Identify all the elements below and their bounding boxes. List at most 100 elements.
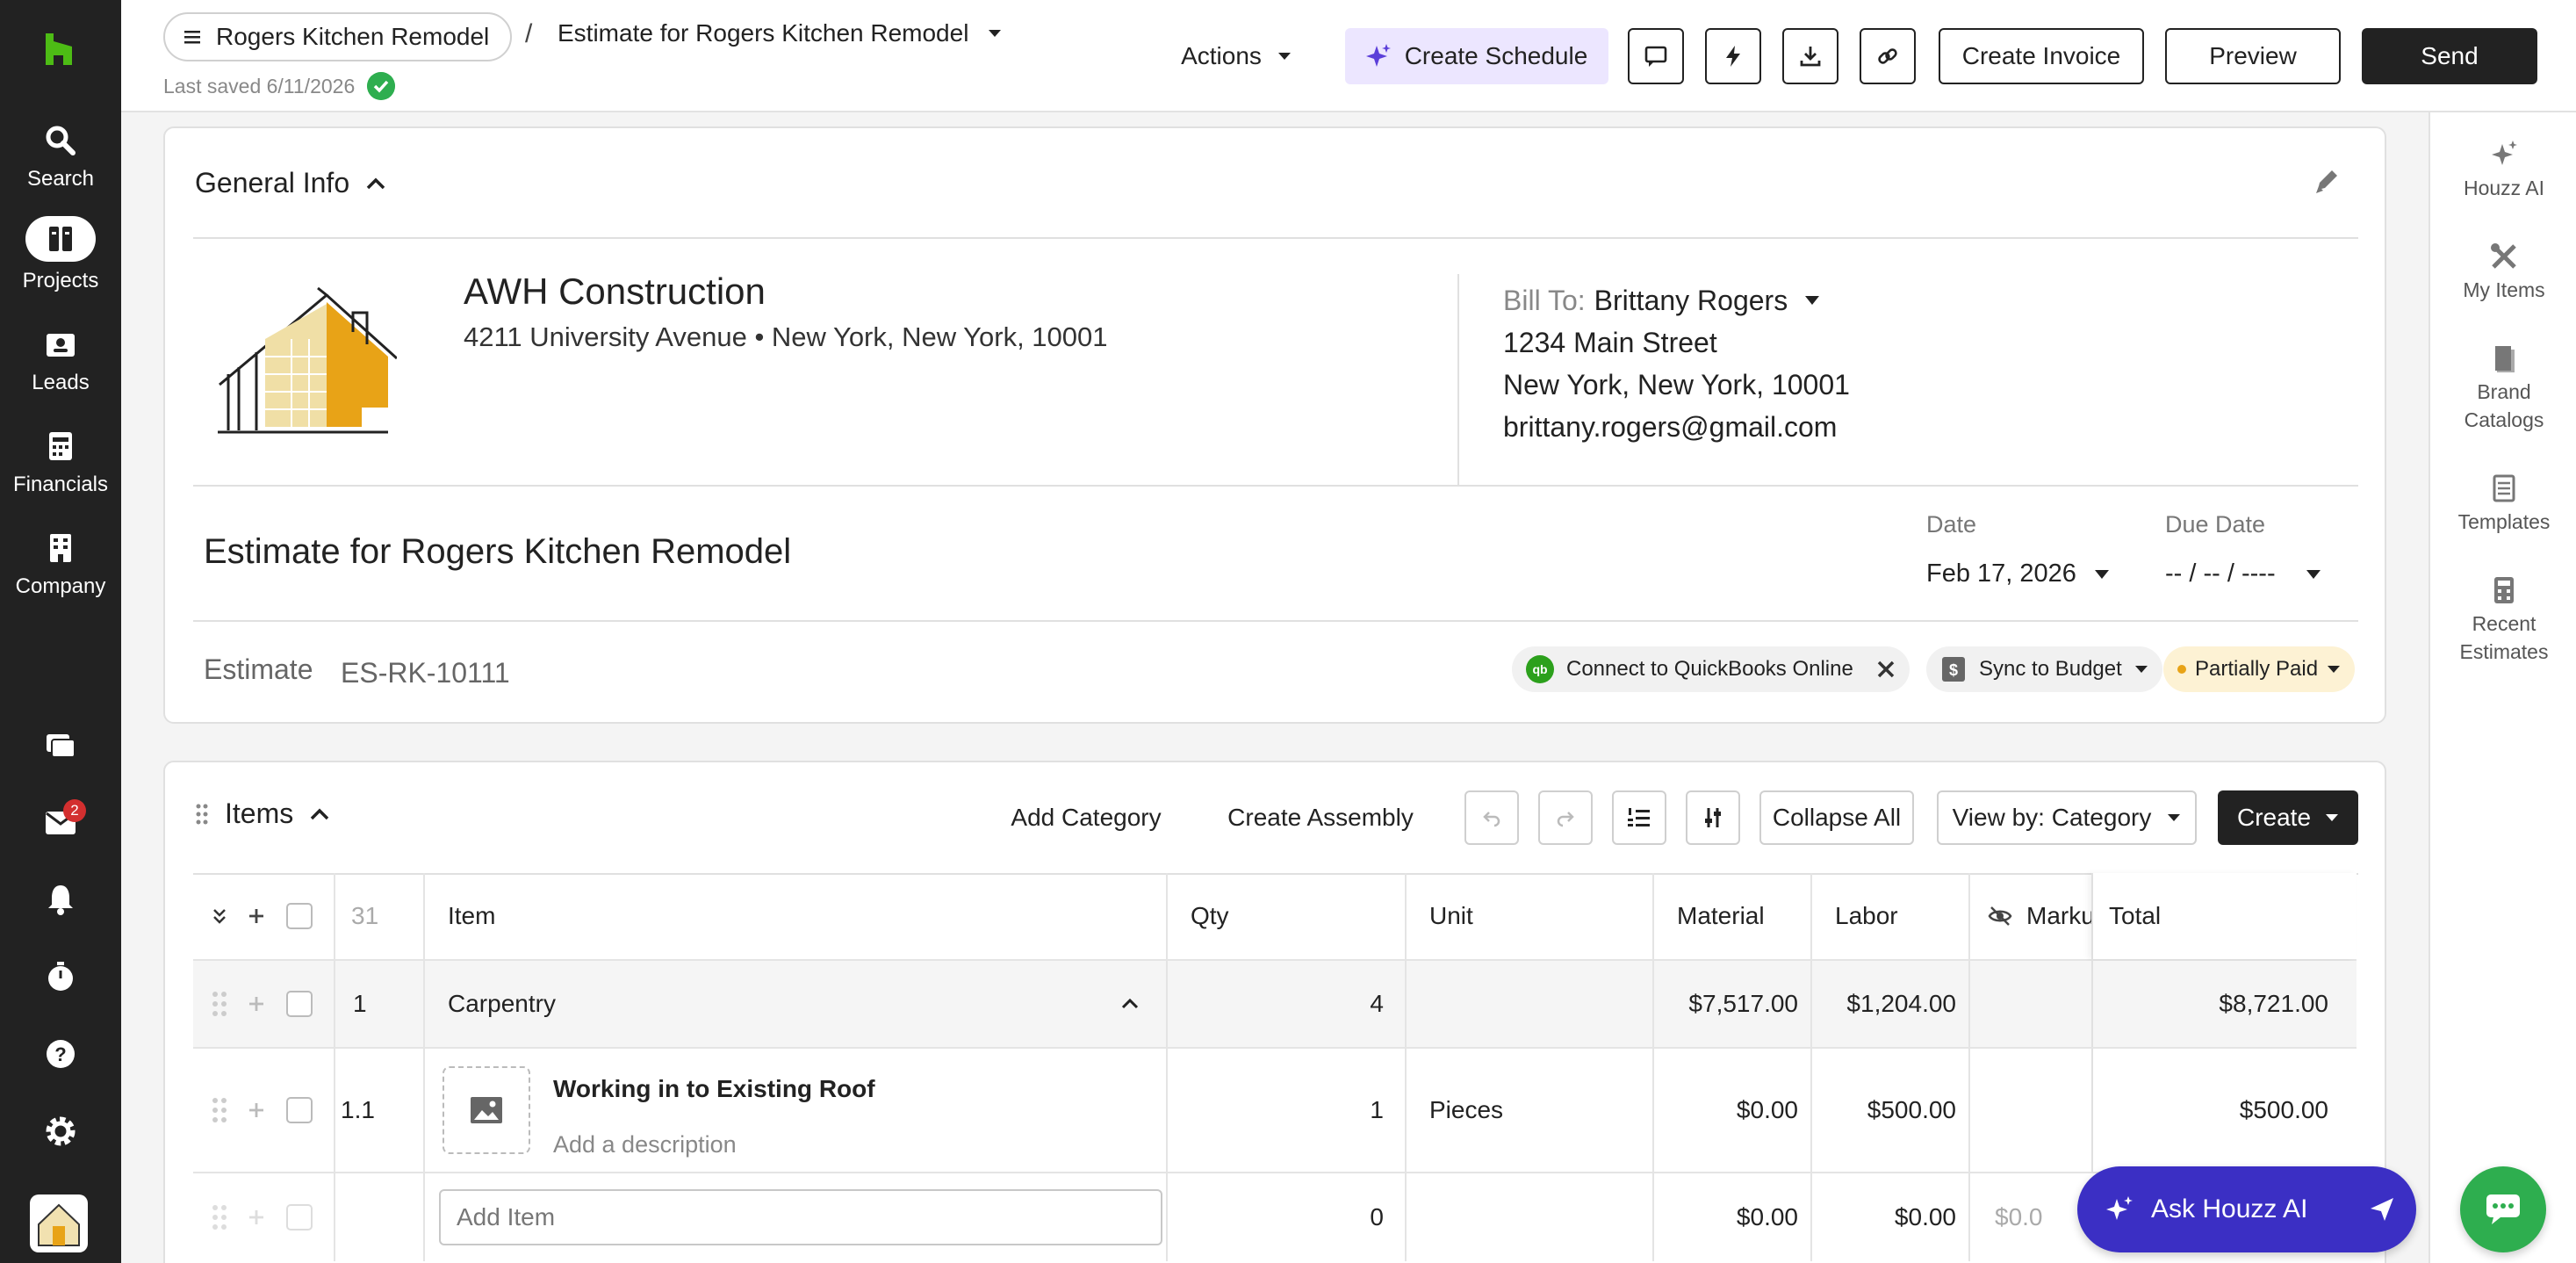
close-icon[interactable] — [1876, 660, 1896, 679]
ask-houzz-ai-button[interactable]: Ask Houzz AI — [2077, 1166, 2416, 1252]
redo-button[interactable] — [1538, 790, 1593, 845]
estimate-number[interactable]: ES-RK-10111 — [341, 657, 510, 689]
item-row[interactable]: 1.1 Working in to Existing Roof Add a de… — [193, 1049, 2357, 1173]
nav-search[interactable]: Search — [0, 123, 121, 191]
nav-financials[interactable]: Financials — [0, 429, 121, 497]
column-markup[interactable]: Marku — [1988, 873, 2095, 959]
column-qty[interactable]: Qty — [1191, 873, 1229, 959]
undo-button[interactable] — [1464, 790, 1519, 845]
collapse-category[interactable] — [1120, 961, 1140, 1047]
chat-icon — [2486, 1194, 2520, 1224]
collapse-all-button[interactable]: Collapse All — [1759, 790, 1914, 845]
chevron-down-icon — [1805, 296, 1820, 305]
column-material[interactable]: Material — [1677, 873, 1765, 959]
right-rail: Houzz AI My Items Brand Catalogs Templat… — [2428, 112, 2576, 1263]
quickbooks-chip[interactable]: qb Connect to QuickBooks Online — [1512, 646, 1910, 692]
view-by-select[interactable]: View by: Category — [1937, 790, 2197, 845]
select-all-checkbox[interactable] — [286, 903, 313, 929]
expand-all-toggle[interactable] — [211, 873, 228, 959]
create-invoice-button[interactable]: Create Invoice — [1939, 28, 2144, 84]
create-schedule-button[interactable]: Create Schedule — [1345, 28, 1608, 84]
eye-off-icon[interactable] — [1988, 906, 2012, 927]
item-image-placeholder[interactable] — [443, 1066, 530, 1154]
rail-houzz-ai[interactable]: Houzz AI — [2430, 139, 2576, 202]
sync-budget-chip[interactable]: $ Sync to Budget — [1926, 646, 2162, 692]
column-item[interactable]: Item — [448, 873, 495, 959]
drag-handle[interactable] — [211, 1049, 228, 1172]
chat-button[interactable] — [2460, 1166, 2546, 1252]
item-labor[interactable]: $500.00 — [1810, 1049, 1956, 1172]
column-total[interactable]: Total — [2109, 873, 2161, 959]
houzz-logo[interactable] — [44, 33, 74, 65]
add-category-button[interactable]: Add Category — [994, 790, 1178, 845]
nav-financials-label: Financials — [12, 473, 109, 496]
timer-icon[interactable] — [43, 959, 78, 994]
create-dropdown-button[interactable]: Create — [2218, 790, 2358, 845]
row-checkbox[interactable] — [286, 991, 313, 1017]
drag-handle-icon[interactable] — [195, 802, 209, 826]
item-qty[interactable]: 1 — [1166, 1049, 1384, 1172]
items-header[interactable]: Items — [195, 797, 330, 830]
comment-button[interactable] — [1628, 28, 1684, 84]
new-item-labor[interactable]: $0.00 — [1810, 1173, 1956, 1261]
add-child-row[interactable] — [248, 961, 265, 1047]
category-name[interactable]: Carpentry — [448, 961, 556, 1047]
settings-icon[interactable] — [43, 1114, 78, 1149]
nav-company[interactable]: Company — [0, 530, 121, 599]
date-field[interactable]: Date Feb 17, 2026 — [1926, 511, 2110, 588]
nav-projects[interactable]: Projects — [0, 216, 121, 293]
send-button[interactable]: Send — [2362, 28, 2537, 84]
rail-recent-estimates[interactable]: Recent Estimates — [2443, 574, 2565, 666]
new-item-qty[interactable]: 0 — [1166, 1173, 1384, 1261]
nav-search-label: Search — [26, 167, 95, 191]
download-button[interactable] — [1782, 28, 1838, 84]
item-description[interactable]: Add a description — [553, 1131, 737, 1158]
plus-icon — [249, 1103, 263, 1117]
general-info-toggle[interactable]: General Info — [195, 167, 386, 199]
item-unit[interactable]: Pieces — [1429, 1049, 1503, 1172]
category-row-carpentry[interactable]: 1 Carpentry 4 $7,517.00 $1,204.00 $8,721… — [193, 961, 2357, 1049]
actions-menu[interactable]: Actions — [1166, 28, 1306, 84]
add-child-row[interactable] — [248, 1049, 265, 1172]
document-breadcrumb[interactable]: Estimate for Rogers Kitchen Remodel — [558, 19, 1002, 47]
drag-handle[interactable] — [211, 961, 228, 1047]
check-circle-icon — [367, 72, 396, 100]
rail-templates[interactable]: Templates — [2430, 473, 2576, 536]
rail-brand-catalogs[interactable]: Brand Catalogs — [2443, 343, 2565, 434]
due-date-field[interactable]: Due Date -- / -- / ---- — [2165, 511, 2321, 588]
project-name: Rogers Kitchen Remodel — [216, 23, 490, 50]
due-date-value: -- / -- / ---- — [2165, 559, 2276, 588]
edit-pencil-icon[interactable] — [2311, 167, 2341, 197]
new-item-material[interactable]: $0.00 — [1652, 1173, 1798, 1261]
column-labor[interactable]: Labor — [1835, 873, 1898, 959]
item-total: $500.00 — [2239, 1096, 2328, 1123]
row-checkbox[interactable] — [286, 1097, 313, 1123]
item-name[interactable]: Working in to Existing Roof — [553, 1075, 875, 1103]
item-material[interactable]: $0.00 — [1652, 1049, 1798, 1172]
account-avatar[interactable] — [30, 1194, 88, 1252]
copy-link-button[interactable] — [1860, 28, 1916, 84]
create-schedule-label: Create Schedule — [1404, 42, 1588, 69]
payment-status-chip[interactable]: Partially Paid — [2163, 646, 2356, 692]
estimate-title[interactable]: Estimate for Rogers Kitchen Remodel — [204, 532, 791, 572]
comment-icon — [1644, 46, 1667, 67]
project-breadcrumb[interactable]: Rogers Kitchen Remodel — [163, 12, 513, 61]
help-icon[interactable]: ? — [43, 1036, 78, 1072]
preview-button[interactable]: Preview — [2165, 28, 2341, 84]
category-total: $8,721.00 — [2219, 990, 2328, 1017]
messages-icon[interactable] — [43, 727, 78, 762]
automation-button[interactable] — [1705, 28, 1761, 84]
status-dot — [2177, 665, 2186, 674]
numbering-button[interactable] — [1612, 790, 1666, 845]
rail-my-items[interactable]: My Items — [2430, 241, 2576, 304]
bell-icon[interactable] — [43, 882, 78, 917]
column-unit[interactable]: Unit — [1429, 873, 1473, 959]
new-item-markup[interactable]: $0.0 — [1995, 1173, 2043, 1261]
bill-to-selector[interactable]: Bill To: Brittany Rogers — [1503, 279, 1850, 321]
company-info: AWH Construction 4211 University Avenue … — [464, 271, 1108, 353]
nav-leads[interactable]: Leads — [0, 327, 121, 395]
add-row-icon[interactable] — [248, 873, 265, 959]
column-settings-button[interactable] — [1686, 790, 1740, 845]
add-item-input[interactable]: Add Item — [439, 1189, 1162, 1245]
create-assembly-button[interactable]: Create Assembly — [1215, 790, 1426, 845]
